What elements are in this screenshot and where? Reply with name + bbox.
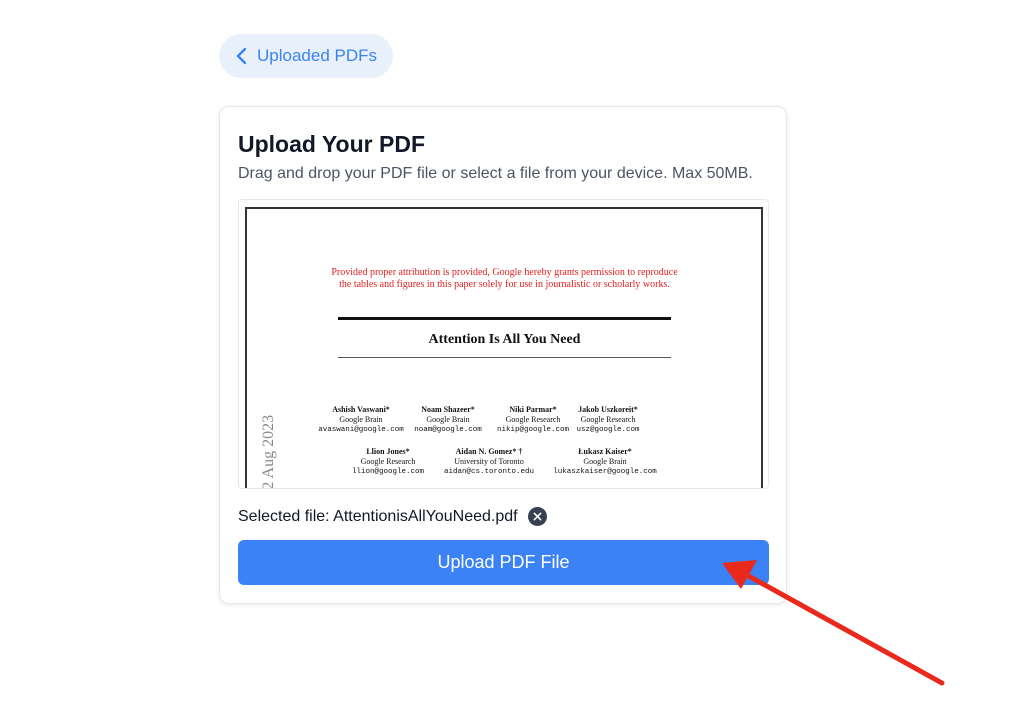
upload-pdf-button[interactable]: Upload PDF File	[238, 540, 769, 585]
upload-card: Upload Your PDF Drag and drop your PDF f…	[219, 106, 787, 604]
author-block: Llion Jones* Google Research llion@googl…	[351, 447, 424, 476]
selected-file-row: Selected file: AttentionisAllYouNeed.pdf	[238, 507, 547, 526]
pdf-page: Provided proper attribution is provided,…	[245, 207, 763, 489]
clear-file-button[interactable]	[527, 507, 547, 526]
title-rule-top	[338, 317, 671, 320]
author-block: Jakob Uszkoreit* Google Research usz@goo…	[576, 405, 640, 434]
back-to-uploaded-pdfs-button[interactable]: Uploaded PDFs	[219, 34, 393, 78]
author-block: Łukasz Kaiser* Google Brain lukaszkaiser…	[553, 447, 657, 476]
chevron-left-icon	[236, 47, 247, 65]
arxiv-side-stamp: c] 2 Aug 2023	[260, 414, 277, 489]
author-block: Aidan N. Gomez* † University of Toronto …	[443, 447, 534, 476]
card-subtitle: Drag and drop your PDF file or select a …	[238, 165, 753, 182]
selected-file-label: Selected file: AttentionisAllYouNeed.pdf	[238, 507, 518, 525]
back-button-label: Uploaded PDFs	[257, 46, 378, 65]
pdf-permission-notice: Provided proper attribution is provided,…	[331, 267, 678, 290]
title-rule-bottom	[338, 357, 671, 358]
close-icon	[533, 512, 542, 521]
card-title: Upload Your PDF	[238, 131, 425, 157]
pdf-paper-title: Attention Is All You Need	[428, 332, 581, 347]
pdf-preview[interactable]: Provided proper attribution is provided,…	[238, 199, 769, 489]
